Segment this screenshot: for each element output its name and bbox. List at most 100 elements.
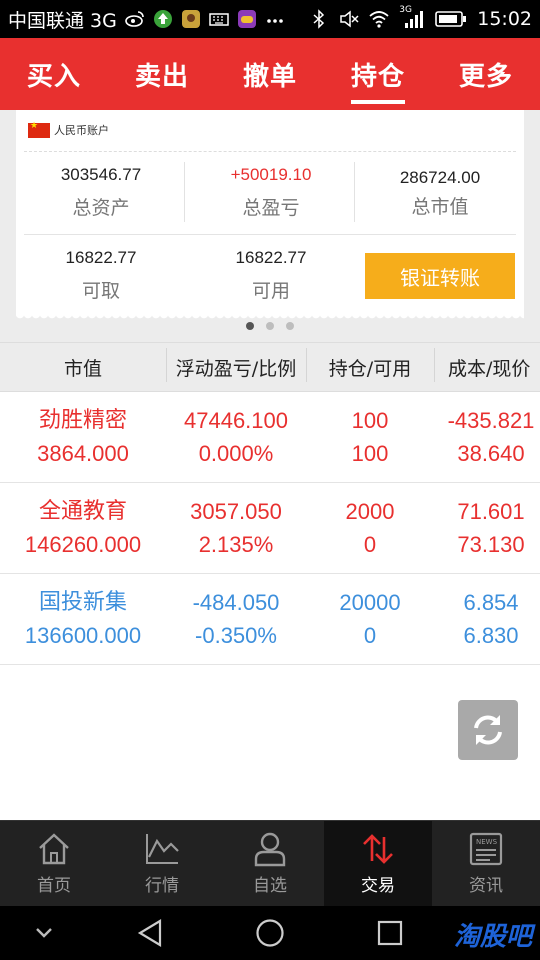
stock-cost: -435.821	[447, 408, 535, 433]
home-circle-icon[interactable]	[255, 918, 285, 948]
china-flag-icon	[28, 121, 50, 138]
back-icon[interactable]	[136, 918, 166, 948]
table-row[interactable]: 全通教育 146260.000 3057.050 2.135% 2000 0 71.6…	[0, 483, 540, 574]
nav-home[interactable]: 首页	[0, 821, 108, 906]
account-card: 人民币账户 303546.77 总资产 +50019.10 总盈亏 286724…	[16, 110, 524, 320]
total-pnl-value: +50019.10	[230, 165, 312, 184]
trade-icon	[363, 834, 393, 864]
nav-trade[interactable]: 交易	[324, 821, 432, 906]
market-value-value: 286724.00	[399, 168, 481, 187]
system-nav-bar: 淘股吧	[0, 906, 540, 960]
stock-available: 0	[363, 532, 377, 557]
pnl-cell: -484.050 -0.350%	[166, 586, 306, 652]
page-dot[interactable]	[246, 322, 254, 330]
battery-icon	[435, 11, 467, 27]
pnl-cell: 47446.100 0.000%	[166, 404, 306, 470]
page-dot[interactable]	[286, 322, 294, 330]
tab-cancel-order[interactable]: 撤单	[216, 38, 324, 110]
bottom-nav: 首页 行情 自选 交易 NEWS 资讯	[0, 820, 540, 906]
home-icon	[39, 833, 69, 865]
divider	[24, 151, 516, 152]
stock-cell: 全通教育 146260.000	[0, 495, 166, 561]
stock-name: 国投新集	[38, 590, 127, 615]
total-assets-label: 总资产	[72, 197, 130, 219]
nav-watchlist[interactable]: 自选	[216, 821, 324, 906]
nav-news-label: 资讯	[469, 876, 503, 896]
stock-market-value: 146260.000	[24, 532, 142, 557]
stock-market-value: 3864.000	[37, 441, 129, 466]
stock-name: 劲胜精密	[38, 408, 127, 433]
total-assets-value: 303546.77	[60, 165, 142, 184]
divider	[354, 162, 355, 222]
total-assets: 303546.77 总资产	[21, 165, 181, 220]
mute-icon	[340, 10, 359, 28]
stock-price: 38.640	[457, 441, 525, 466]
positions-table: 劲胜精密 3864.000 47446.100 0.000% 100 100 -435…	[0, 392, 540, 665]
tab-positions[interactable]: 持仓	[324, 38, 432, 110]
withdrawable: 16822.77 可取	[21, 248, 181, 303]
market-value-label: 总市值	[411, 196, 469, 218]
cost-cell: 6.854 6.830	[434, 586, 540, 652]
stock-position: 20000	[339, 590, 401, 615]
tab-more[interactable]: 更多	[432, 38, 540, 110]
stock-cost: 6.854	[463, 590, 519, 615]
status-bar: 中国联通 3G 3G 15:02	[0, 0, 540, 38]
bluetooth-icon	[313, 9, 325, 29]
divider	[184, 162, 185, 222]
stock-name: 全通教育	[38, 499, 127, 524]
stock-pnl-ratio: 0.000%	[198, 441, 274, 466]
network-badge: 3G	[399, 5, 412, 15]
position-cell: 20000 0	[306, 586, 434, 652]
bank-transfer-button[interactable]: 银证转账	[365, 253, 515, 299]
position-cell: 2000 0	[306, 495, 434, 561]
header-position[interactable]: 持仓/可用	[306, 347, 434, 382]
app-icon	[181, 10, 200, 28]
pnl-cell: 3057.050 2.135%	[166, 495, 306, 561]
cost-cell: -435.821 38.640	[434, 404, 540, 470]
upload-icon	[153, 10, 172, 28]
market-value: 286724.00 总市值	[360, 168, 520, 219]
tab-buy[interactable]: 买入	[0, 38, 108, 110]
tab-sell[interactable]: 卖出	[108, 38, 216, 110]
positions-table-header: 市值 浮动盈亏/比例 持仓/可用 成本/现价	[0, 342, 540, 392]
header-cost-price[interactable]: 成本/现价	[434, 347, 540, 382]
news-icon: NEWS	[469, 832, 503, 866]
header-floating-pnl[interactable]: 浮动盈亏/比例	[166, 347, 306, 382]
table-row[interactable]: 劲胜精密 3864.000 47446.100 0.000% 100 100 -435…	[0, 392, 540, 483]
nav-trade-label: 交易	[361, 876, 395, 896]
total-pnl-label: 总盈亏	[242, 197, 300, 219]
cost-cell: 71.601 73.130	[434, 495, 540, 561]
account-name: 人民币账户	[54, 124, 109, 137]
header-market-value[interactable]: 市值	[0, 354, 166, 381]
table-row[interactable]: 国投新集 136600.000 -484.050 -0.350% 20000 0 6.…	[0, 574, 540, 665]
keyboard-icon	[209, 13, 229, 26]
nav-market[interactable]: 行情	[108, 821, 216, 906]
collapse-icon[interactable]	[34, 926, 54, 940]
stock-pnl-ratio: 2.135%	[198, 532, 274, 557]
stock-available: 0	[363, 623, 377, 648]
stock-pnl: 3057.050	[190, 499, 282, 524]
weibo-icon	[125, 11, 144, 27]
page-dot[interactable]	[266, 322, 274, 330]
person-icon	[254, 832, 286, 867]
nav-home-label: 首页	[37, 876, 71, 896]
refresh-button[interactable]	[458, 700, 518, 760]
stock-market-value: 136600.000	[24, 623, 142, 648]
nav-watchlist-label: 自选	[253, 876, 287, 896]
stock-pnl: 47446.100	[184, 408, 288, 433]
signal-icon: 3G	[399, 5, 425, 29]
divider	[24, 234, 516, 235]
refresh-icon	[474, 715, 502, 745]
withdrawable-value: 16822.77	[65, 248, 137, 267]
watermark-logo: 淘股吧	[453, 922, 532, 952]
nav-news[interactable]: NEWS 资讯	[432, 821, 540, 906]
recents-icon[interactable]	[377, 920, 403, 946]
total-pnl: +50019.10 总盈亏	[191, 165, 351, 220]
account-carousel[interactable]: 人民币账户 303546.77 总资产 +50019.10 总盈亏 286724…	[0, 110, 540, 342]
nav-market-label: 行情	[145, 876, 179, 896]
stock-cell: 国投新集 136600.000	[0, 586, 166, 652]
stock-pnl: -484.050	[192, 590, 280, 615]
stock-position: 100	[351, 408, 389, 433]
chart-icon	[146, 834, 179, 864]
account-header: 人民币账户	[28, 121, 109, 138]
